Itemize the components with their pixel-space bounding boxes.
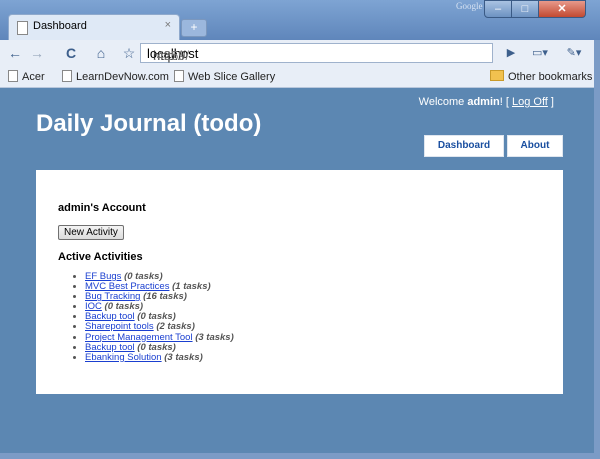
close-button[interactable]: ✕ xyxy=(538,0,586,18)
bookmark-acer[interactable]: Acer xyxy=(8,70,45,83)
logoff-link[interactable]: Log Off xyxy=(512,96,548,108)
activity-link[interactable]: Ebanking Solution xyxy=(85,352,162,363)
bookmarks-bar: Acer LearnDevNow.com Web Slice Gallery O… xyxy=(0,67,600,88)
list-item: Ebanking Solution (3 tasks) xyxy=(85,351,234,363)
username: admin xyxy=(467,96,500,108)
tools-menu-icon[interactable]: ✎▾ xyxy=(562,44,586,62)
browser-window: Dashboard × + Google – □ ✕ ← → C ⌂ ☆ htt… xyxy=(0,0,600,459)
address-bar[interactable]: http://localhost:4259/ xyxy=(140,43,493,63)
tab-close-icon[interactable]: × xyxy=(165,19,171,31)
new-tab-button[interactable]: + xyxy=(181,19,207,37)
page-icon xyxy=(174,70,184,82)
page-icon xyxy=(62,70,72,82)
bookmark-learndevnow[interactable]: LearnDevNow.com xyxy=(62,70,169,83)
bookmark-label: Other bookmarks xyxy=(508,71,593,83)
page-icon xyxy=(17,21,28,35)
page-title: Daily Journal (todo) xyxy=(36,110,262,137)
web-page: Welcome admin! [ Log Off ] Daily Journal… xyxy=(0,88,594,453)
browser-toolbar: ← → C ⌂ ☆ http://localhost:4259/ ▶ ▭▾ ✎▾ xyxy=(0,40,600,68)
task-count: (3 tasks) xyxy=(195,331,234,343)
welcome-mid: ! [ xyxy=(499,96,512,108)
nav-dashboard-button[interactable]: Dashboard xyxy=(424,135,504,157)
welcome-prefix: Welcome xyxy=(418,96,468,108)
address-port: :4259/ xyxy=(153,48,190,63)
forward-icon[interactable]: → xyxy=(28,44,46,62)
welcome-text: Welcome admin! [ Log Off ] xyxy=(419,96,554,108)
star-icon[interactable]: ☆ xyxy=(120,44,138,62)
nav-about-button[interactable]: About xyxy=(507,135,563,157)
home-icon[interactable]: ⌂ xyxy=(92,44,110,62)
bookmark-label: LearnDevNow.com xyxy=(76,71,169,83)
google-label: Google xyxy=(456,1,483,11)
content-panel: admin's Account New Activity Active Acti… xyxy=(36,170,563,394)
bookmark-label: Web Slice Gallery xyxy=(188,71,276,83)
page-menu-icon[interactable]: ▭▾ xyxy=(528,44,552,62)
task-count: (3 tasks) xyxy=(164,351,203,363)
page-icon xyxy=(8,70,18,82)
welcome-suffix: ] xyxy=(547,96,554,108)
window-border xyxy=(0,453,600,459)
go-icon[interactable]: ▶ xyxy=(502,44,520,62)
reload-icon[interactable]: C xyxy=(62,44,80,62)
active-activities-heading: Active Activities xyxy=(58,251,143,263)
bookmark-web-slice-gallery[interactable]: Web Slice Gallery xyxy=(174,70,275,83)
maximize-button[interactable]: □ xyxy=(511,0,539,18)
tab-title: Dashboard xyxy=(33,20,87,32)
activities-list: EF Bugs (0 tasks) MVC Best Practices (1 … xyxy=(58,271,234,363)
minimize-button[interactable]: – xyxy=(484,0,512,18)
folder-icon xyxy=(490,70,504,81)
new-activity-button[interactable]: New Activity xyxy=(58,225,124,240)
window-border xyxy=(594,40,600,459)
other-bookmarks[interactable]: Other bookmarks xyxy=(490,70,592,83)
task-count: (16 tasks) xyxy=(143,291,187,303)
address-url: http://localhost:4259/ xyxy=(147,46,198,63)
bookmark-label: Acer xyxy=(22,71,45,83)
tab-dashboard[interactable]: Dashboard × xyxy=(8,14,180,40)
account-heading: admin's Account xyxy=(58,202,146,214)
title-bar: Dashboard × + Google – □ ✕ xyxy=(0,0,600,40)
back-icon[interactable]: ← xyxy=(6,44,24,62)
